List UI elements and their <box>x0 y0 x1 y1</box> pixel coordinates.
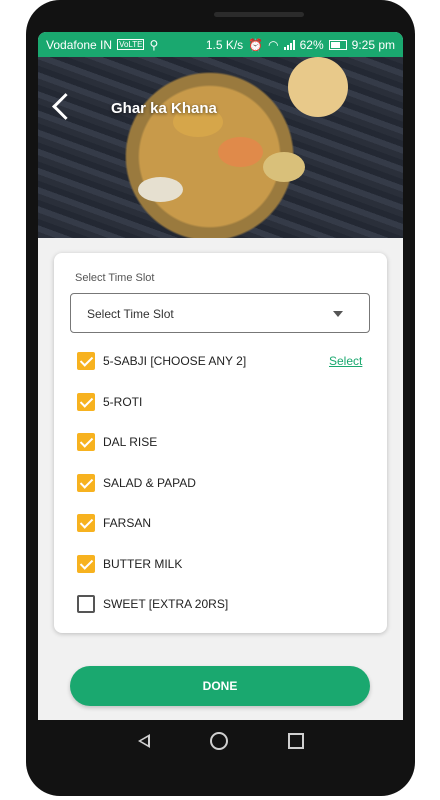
battery-percent: 62% <box>299 37 324 52</box>
time-slot-value: Select Time Slot <box>87 307 174 321</box>
food-bowl <box>218 137 263 167</box>
signal-icon <box>283 39 295 50</box>
time-slot-label: Select Time Slot <box>75 272 155 284</box>
menu-item-label: 5-SABJI [CHOOSE ANY 2] <box>103 354 247 368</box>
battery-icon <box>328 39 347 50</box>
meal-hero-image: Ghar ka Khana <box>38 57 403 238</box>
checkbox-checked[interactable] <box>77 474 95 492</box>
menu-item[interactable]: BUTTER MILK <box>77 555 377 577</box>
speaker-grille <box>214 12 304 17</box>
volte-icon: VoLTE <box>117 39 145 50</box>
back-arrow-icon[interactable] <box>52 93 79 120</box>
network-speed: 1.5 K/s <box>205 37 244 52</box>
time-slot-dropdown[interactable]: Select Time Slot <box>70 293 370 333</box>
clock: 9:25 pm <box>351 37 395 52</box>
menu-item[interactable]: 5-ROTI <box>77 393 377 415</box>
checkbox-checked[interactable] <box>77 352 95 370</box>
nav-back-icon[interactable] <box>137 734 150 748</box>
done-button[interactable]: DONE <box>70 666 370 706</box>
menu-item[interactable]: 5-SABJI [CHOOSE ANY 2] Select <box>77 352 377 374</box>
menu-item-label: SWEET [EXTRA 20RS] <box>103 597 229 611</box>
checkbox-checked[interactable] <box>77 514 95 532</box>
checkbox-unchecked[interactable] <box>77 595 95 613</box>
page-title: Ghar ka Khana <box>111 100 217 117</box>
papad <box>288 57 348 117</box>
select-sabji-link[interactable]: Select <box>329 354 362 368</box>
menu-item[interactable]: DAL RISE <box>77 433 377 455</box>
carrier-name: Vodafone IN <box>46 37 113 52</box>
menu-item[interactable]: SWEET [EXTRA 20RS] <box>77 595 377 617</box>
checkbox-checked[interactable] <box>77 433 95 451</box>
usb-icon: ⚲ <box>149 37 159 52</box>
nav-recents-icon[interactable] <box>287 733 304 749</box>
menu-item[interactable]: SALAD & PAPAD <box>77 474 377 496</box>
menu-item-label: SALAD & PAPAD <box>103 476 196 490</box>
menu-item[interactable]: FARSAN <box>77 514 377 536</box>
food-bowl <box>138 177 183 202</box>
wifi-icon: ◠ <box>268 37 279 52</box>
menu-item-label: DAL RISE <box>103 435 158 449</box>
android-nav-bar <box>38 720 403 762</box>
checkbox-checked[interactable] <box>77 393 95 411</box>
order-card: Select Time Slot Select Time Slot 5-SABJ… <box>54 253 387 633</box>
menu-item-label: FARSAN <box>103 516 152 530</box>
alarm-icon: ⏰ <box>248 37 264 52</box>
checkbox-checked[interactable] <box>77 555 95 573</box>
dropdown-caret-icon <box>333 311 343 317</box>
menu-item-label: BUTTER MILK <box>103 557 183 571</box>
menu-item-label: 5-ROTI <box>103 395 143 409</box>
app-screen: Vodafone IN VoLTE ⚲ 1.5 K/s ⏰ ◠ 62% 9:25… <box>38 32 403 720</box>
nav-home-icon[interactable] <box>209 732 228 750</box>
status-bar: Vodafone IN VoLTE ⚲ 1.5 K/s ⏰ ◠ 62% 9:25… <box>38 32 403 57</box>
food-bowl <box>263 152 305 182</box>
